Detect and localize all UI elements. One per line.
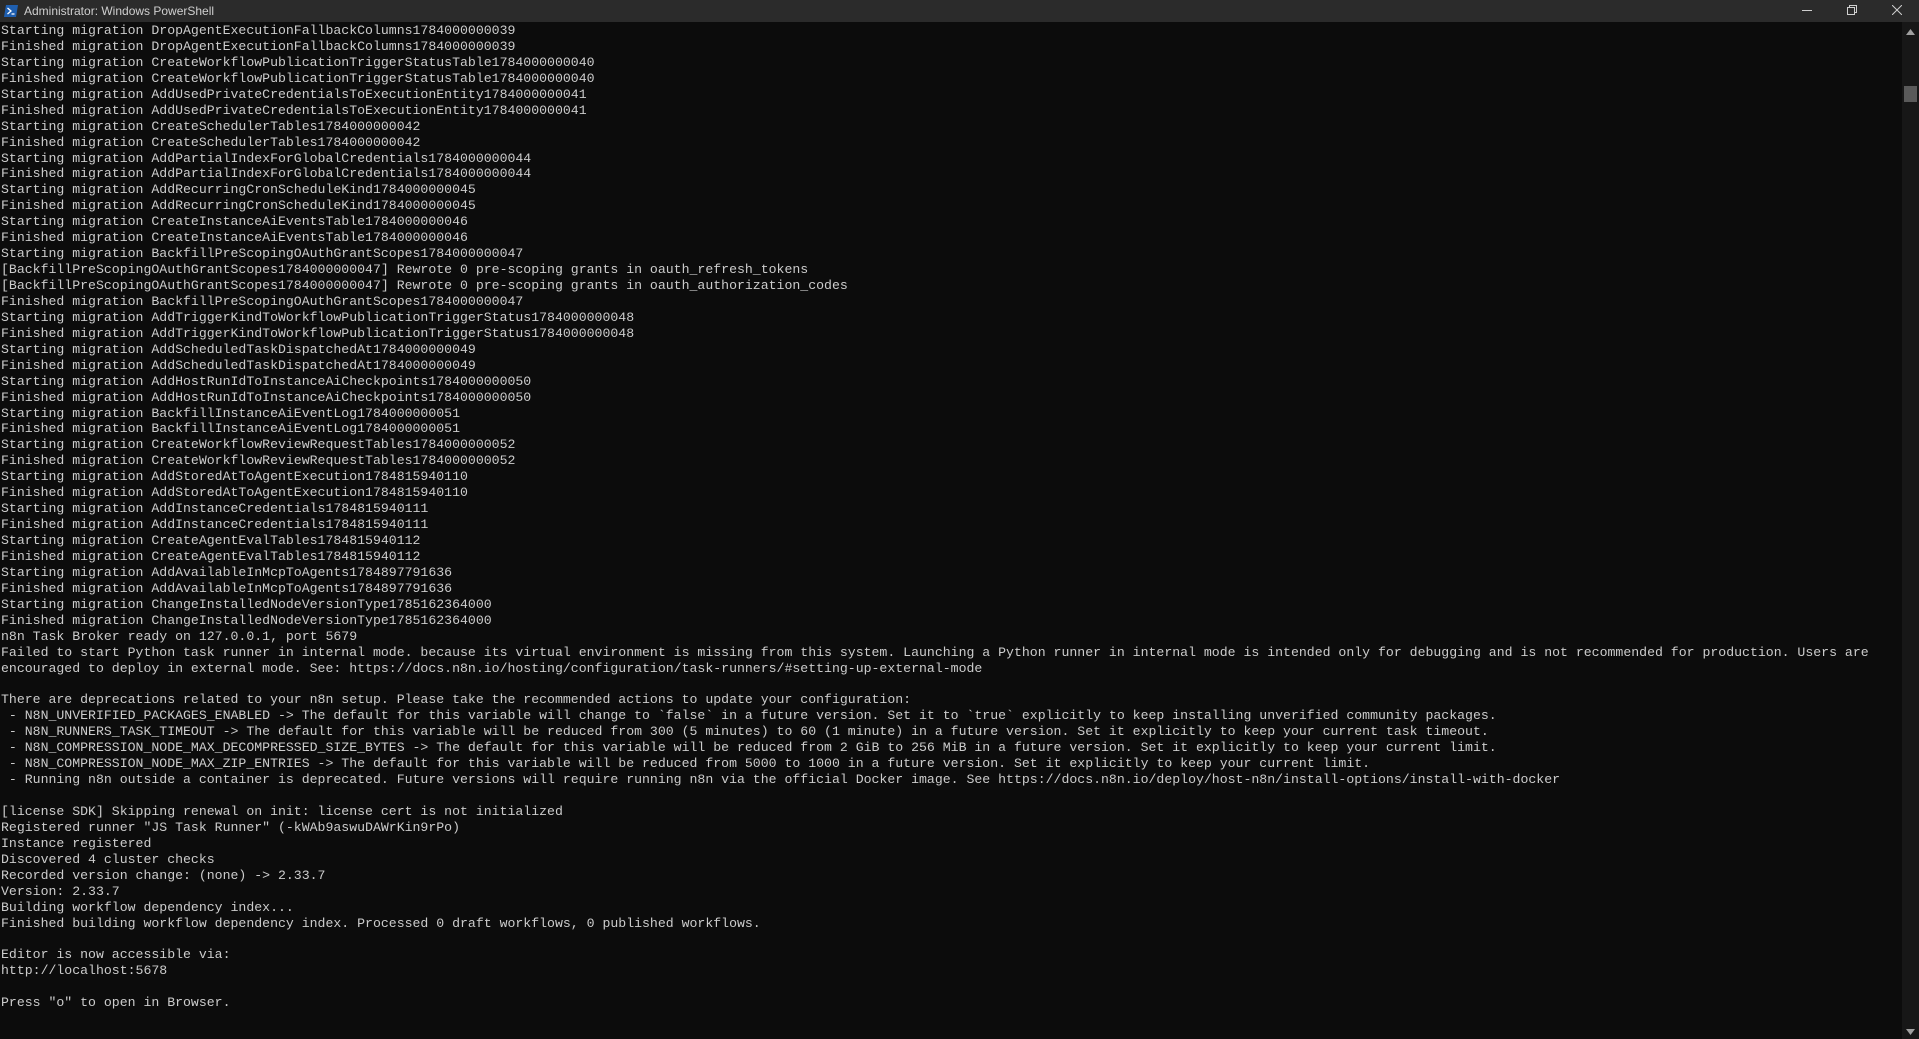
console-line: Starting migration CreateWorkflowReviewR… [1,437,516,453]
console-line: Starting migration AddTriggerKindToWorkf… [1,309,635,325]
console-line: - N8N_COMPRESSION_NODE_MAX_DECOMPRESSED_… [1,740,1497,756]
triangle-up-icon [1906,22,1915,40]
powershell-window: Administrator: Windows PowerShell Starti… [0,0,1919,1039]
console-line: Starting migration BackfillPreScopingOAu… [1,246,524,262]
console-line: Finished migration AddTriggerKindToWorkf… [1,325,635,341]
triangle-down-icon [1906,1022,1915,1039]
console-line: Finished migration CreateWorkflowReviewR… [1,453,516,469]
scroll-thumb[interactable] [1904,86,1917,102]
console-line: Starting migration AddPartialIndexForGlo… [1,150,532,166]
console-line: Finished migration AddUsedPrivateCredent… [1,102,587,118]
console-line: Starting migration CreateInstanceAiEvent… [1,214,468,230]
console-line: Starting migration AddRecurringCronSched… [1,182,476,198]
console-line: Finished migration AddRecurringCronSched… [1,198,476,214]
scroll-down-button[interactable] [1902,1022,1919,1039]
console-line: Finished migration CreateInstanceAiEvent… [1,230,468,246]
console-line: Press "o" to open in Browser. [1,995,231,1011]
console-line: Starting migration AddAvailableInMcpToAg… [1,564,453,580]
console-line: Finished migration CreateWorkflowPublica… [1,70,595,86]
restore-icon [1846,2,1857,20]
console-line: Starting migration DropAgentExecutionFal… [1,23,516,38]
console-line: [license SDK] Skipping renewal on init: … [1,803,563,819]
console-line: [BackfillPreScopingOAuthGrantScopes17840… [1,278,848,293]
console-line: Starting migration CreateSchedulerTables… [1,118,421,134]
console-line: Finished migration ChangeInstalledNodeVe… [1,612,492,628]
console-line: Finished migration BackfillPreScopingOAu… [1,293,524,309]
console-line: - N8N_RUNNERS_TASK_TIMEOUT -> The defaul… [1,724,1489,740]
window-controls [1784,0,1919,22]
console-line: n8n Task Broker ready on 127.0.0.1, port… [1,628,358,644]
console-line: http://localhost:5678 [1,963,168,979]
powershell-icon [4,4,18,18]
console-line: Starting migration AddInstanceCredential… [1,501,429,517]
console-line: - Running n8n outside a container is dep… [1,772,1561,788]
console-line: Starting migration CreateWorkflowPublica… [1,54,595,70]
minimize-button[interactable] [1784,0,1829,22]
vertical-scrollbar[interactable] [1902,22,1919,1039]
console-line: Instance registered [1,835,152,851]
console-line: Finished migration CreateAgentEvalTables… [1,548,421,564]
console-line: Starting migration AddUsedPrivateCredent… [1,86,587,102]
console-line: Starting migration AddScheduledTaskDispa… [1,341,476,357]
console-line: Finished migration BackfillInstanceAiEve… [1,421,460,437]
console-line: Starting migration CreateAgentEvalTables… [1,533,421,548]
console-line: Editor is now accessible via: [1,947,231,963]
minimize-icon [1801,2,1812,20]
console-output[interactable]: Starting migration DropAgentExecutionFal… [0,22,1902,1039]
console-line: Finished migration DropAgentExecutionFal… [1,38,516,54]
console-line: There are deprecations related to your n… [1,692,912,708]
close-icon [1891,2,1902,20]
console-log: Starting migration DropAgentExecutionFal… [0,22,1902,1011]
title-bar[interactable]: Administrator: Windows PowerShell [0,0,1919,22]
console-line: Starting migration AddStoredAtToAgentExe… [1,469,468,485]
console-line: Starting migration ChangeInstalledNodeVe… [1,596,492,612]
restore-button[interactable] [1829,0,1874,22]
close-button[interactable] [1874,0,1919,22]
console-line: Finished migration CreateSchedulerTables… [1,134,421,150]
console-line: - N8N_COMPRESSION_NODE_MAX_ZIP_ENTRIES -… [1,756,1371,772]
window-title: Administrator: Windows PowerShell [24,4,215,18]
console-line: Finished migration AddAvailableInMcpToAg… [1,580,453,596]
console-line: - N8N_UNVERIFIED_PACKAGES_ENABLED -> The… [1,708,1497,724]
console-line: Finished migration AddPartialIndexForGlo… [1,166,532,182]
console-line: [BackfillPreScopingOAuthGrantScopes17840… [1,262,809,278]
console-line: Discovered 4 cluster checks [1,851,215,867]
console-line: Finished migration AddStoredAtToAgentExe… [1,485,468,501]
console-line: Starting migration AddHostRunIdToInstanc… [1,373,532,389]
console-line: Starting migration BackfillInstanceAiEve… [1,405,460,421]
scroll-up-button[interactable] [1902,22,1919,39]
console-line: Recorded version change: (none) -> 2.33.… [1,867,326,883]
console-line: Finished building workflow dependency in… [1,915,761,931]
console-line: Failed to start Python task runner in in… [1,644,1869,660]
console-line: Version: 2.33.7 [1,883,120,899]
console-line: encouraged to deploy in external mode. S… [1,660,983,676]
console-line: Building workflow dependency index... [1,899,294,915]
console-line: Registered runner "JS Task Runner" (-kWA… [1,819,460,835]
console-line: Finished migration AddScheduledTaskDispa… [1,357,476,373]
console-line: Finished migration AddHostRunIdToInstanc… [1,389,532,405]
console-line: Finished migration AddInstanceCredential… [1,517,429,533]
